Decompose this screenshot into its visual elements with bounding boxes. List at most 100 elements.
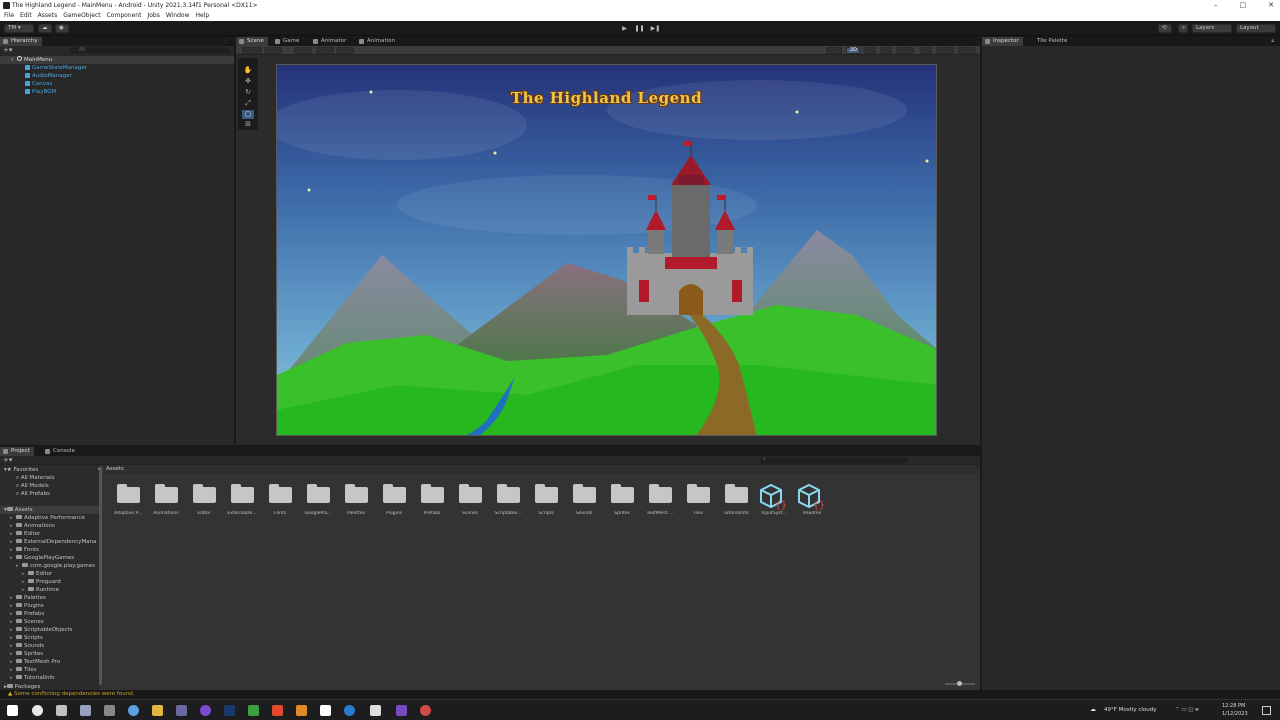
tab-inspector[interactable]: Inspector: [982, 37, 1023, 46]
windows-start-icon[interactable]: [7, 705, 18, 716]
notification-icon[interactable]: [1262, 706, 1271, 715]
folder-tree-item[interactable]: ▸ Proguard: [22, 578, 61, 586]
snap-increment-dropdown[interactable]: [316, 47, 334, 54]
brave-icon[interactable]: [272, 705, 283, 716]
folder-tree-item[interactable]: ▸ Fonts: [10, 546, 39, 554]
favorites-header[interactable]: ▾★ Favorites: [4, 466, 38, 474]
task-view-icon[interactable]: [104, 705, 115, 716]
search-icon[interactable]: ⌕: [1178, 24, 1188, 33]
asset-folder[interactable]: TutorialInfo: [717, 483, 755, 523]
lighting-toggle-icon[interactable]: [864, 47, 876, 54]
folder-tree-item[interactable]: ▸ com.google.play.games: [16, 562, 95, 570]
edge-icon[interactable]: [128, 705, 139, 716]
asset-package[interactable]: {} InputSyst...: [755, 483, 793, 523]
account-dropdown[interactable]: TM ▾: [4, 24, 34, 33]
folder-tree-item[interactable]: ▸ TextMesh Pro: [10, 658, 60, 666]
obs-icon[interactable]: [200, 705, 211, 716]
orbit-dropdown[interactable]: [826, 47, 842, 54]
app-icon[interactable]: [344, 705, 355, 716]
rect-tool-icon[interactable]: ▢: [242, 110, 254, 119]
asset-package[interactable]: {} Readme: [793, 483, 831, 523]
menu-component[interactable]: Component: [107, 11, 142, 21]
asset-folder[interactable]: Plugins: [375, 483, 413, 523]
folder-tree-item[interactable]: ▸ ScriptableObjects: [10, 626, 73, 634]
folder-tree-item[interactable]: ▸ Palettes: [10, 594, 46, 602]
align-dropdown[interactable]: [336, 47, 354, 54]
asset-folder[interactable]: Editor: [185, 483, 223, 523]
play-button[interactable]: ▶: [618, 24, 631, 33]
maximize-button[interactable]: □: [1240, 0, 1247, 11]
icon-size-slider[interactable]: [945, 681, 975, 686]
asset-folder[interactable]: GooglePla...: [299, 483, 337, 523]
asset-folder[interactable]: Animations: [147, 483, 185, 523]
asset-folder[interactable]: Scripts: [527, 483, 565, 523]
folder-tree-item[interactable]: ▸ Tiles: [10, 666, 37, 674]
hand-tool-icon[interactable]: ✋: [242, 66, 254, 75]
file-explorer-icon[interactable]: [152, 705, 163, 716]
gizmos-dropdown[interactable]: [958, 47, 976, 54]
tab-animation[interactable]: Animation: [356, 37, 399, 46]
step-button[interactable]: ▶❚: [649, 24, 662, 33]
asset-folder[interactable]: Tiles: [679, 483, 717, 523]
app-icon[interactable]: [248, 705, 259, 716]
grid-snap-dropdown[interactable]: [294, 47, 312, 54]
asset-folder[interactable]: ExternalDe...: [223, 483, 261, 523]
layout-dropdown[interactable]: Layout: [1236, 24, 1276, 33]
asset-folder[interactable]: Palettes: [337, 483, 375, 523]
expand-arrow-icon[interactable]: ▾: [11, 56, 17, 64]
packages-root[interactable]: ▸ Packages: [4, 683, 40, 690]
folder-tree-item[interactable]: ▸ Sounds: [10, 642, 44, 650]
status-bar[interactable]: ▲ Some conflicting dependencies were fou…: [0, 690, 1280, 699]
tab-animator[interactable]: Animator: [310, 37, 350, 46]
rider-icon[interactable]: [80, 705, 91, 716]
notepad-icon[interactable]: [320, 705, 331, 716]
menu-assets[interactable]: Assets: [38, 11, 58, 21]
collapse-arrow-icon[interactable]: ▸: [98, 465, 101, 474]
folder-tree-item[interactable]: ▸ Plugins: [10, 602, 44, 610]
add-object-icon[interactable]: +▾: [3, 46, 12, 54]
asset-folder[interactable]: Scriptable...: [489, 483, 527, 523]
hierarchy-item[interactable]: Canvas: [25, 80, 52, 88]
folder-tree-item[interactable]: ▸ Adaptive Performance: [10, 514, 85, 522]
tab-project[interactable]: Project: [0, 447, 34, 456]
weather-text[interactable]: 49°F Mostly cloudy: [1104, 707, 1156, 713]
hierarchy-item[interactable]: PlayBGM: [25, 88, 56, 96]
unity-hub-icon[interactable]: [32, 705, 43, 716]
folder-tree-item[interactable]: ▸ TutorialInfo: [10, 674, 55, 682]
folder-tree-item[interactable]: ▸ Sprites: [10, 650, 43, 658]
history-icon[interactable]: ⟲: [1158, 24, 1172, 33]
tab-scene[interactable]: Scene: [236, 37, 268, 46]
breadcrumb-assets[interactable]: Assets: [106, 465, 124, 474]
visual-studio-icon[interactable]: [396, 705, 407, 716]
folder-tree-item[interactable]: ▸ Animations: [10, 522, 55, 530]
collab-icon[interactable]: ◉: [55, 24, 69, 33]
favorite-item[interactable]: ⌕ All Materials: [16, 474, 55, 482]
menu-window[interactable]: Window: [166, 11, 190, 21]
effects-dropdown[interactable]: [896, 47, 914, 54]
toggle-2d-button[interactable]: 2D: [846, 47, 860, 54]
folder-tree-item[interactable]: ▸ GooglePlayGames: [10, 554, 74, 562]
menu-jobs[interactable]: Jobs: [147, 11, 159, 21]
favorite-item[interactable]: ⌕ All Prefabs: [16, 490, 50, 498]
project-search-input[interactable]: ⌕: [760, 456, 908, 464]
hierarchy-search-input[interactable]: All: [70, 47, 230, 54]
cloud-icon[interactable]: ☁: [38, 24, 52, 33]
app-icon[interactable]: [176, 705, 187, 716]
hierarchy-item[interactable]: GameStateManager: [25, 64, 87, 72]
app-icon[interactable]: [420, 705, 431, 716]
folder-tree-item[interactable]: ▸ Editor: [10, 530, 40, 538]
favorite-item[interactable]: ⌕ All Models: [16, 482, 49, 490]
assets-root[interactable]: ▾ Assets: [0, 506, 100, 514]
panel-menu-icon[interactable]: ⋮: [223, 38, 228, 44]
asset-folder[interactable]: Sprites: [603, 483, 641, 523]
clock-time[interactable]: 12:28 PM: [1222, 703, 1245, 709]
menu-file[interactable]: File: [4, 11, 14, 21]
pause-button[interactable]: ❚❚: [633, 24, 646, 33]
tab-console[interactable]: Console: [42, 447, 79, 456]
steam-icon[interactable]: [224, 705, 235, 716]
folder-tree-item[interactable]: ▸ Prefabs: [10, 610, 44, 618]
scale-tool-icon[interactable]: ⤢: [242, 99, 254, 108]
folder-tree-item[interactable]: ▸ ExternalDependencyMana: [10, 538, 96, 546]
lock-icon[interactable]: 🔒︎: [1271, 38, 1274, 44]
folder-tree-item[interactable]: ▸ Scripts: [10, 634, 43, 642]
